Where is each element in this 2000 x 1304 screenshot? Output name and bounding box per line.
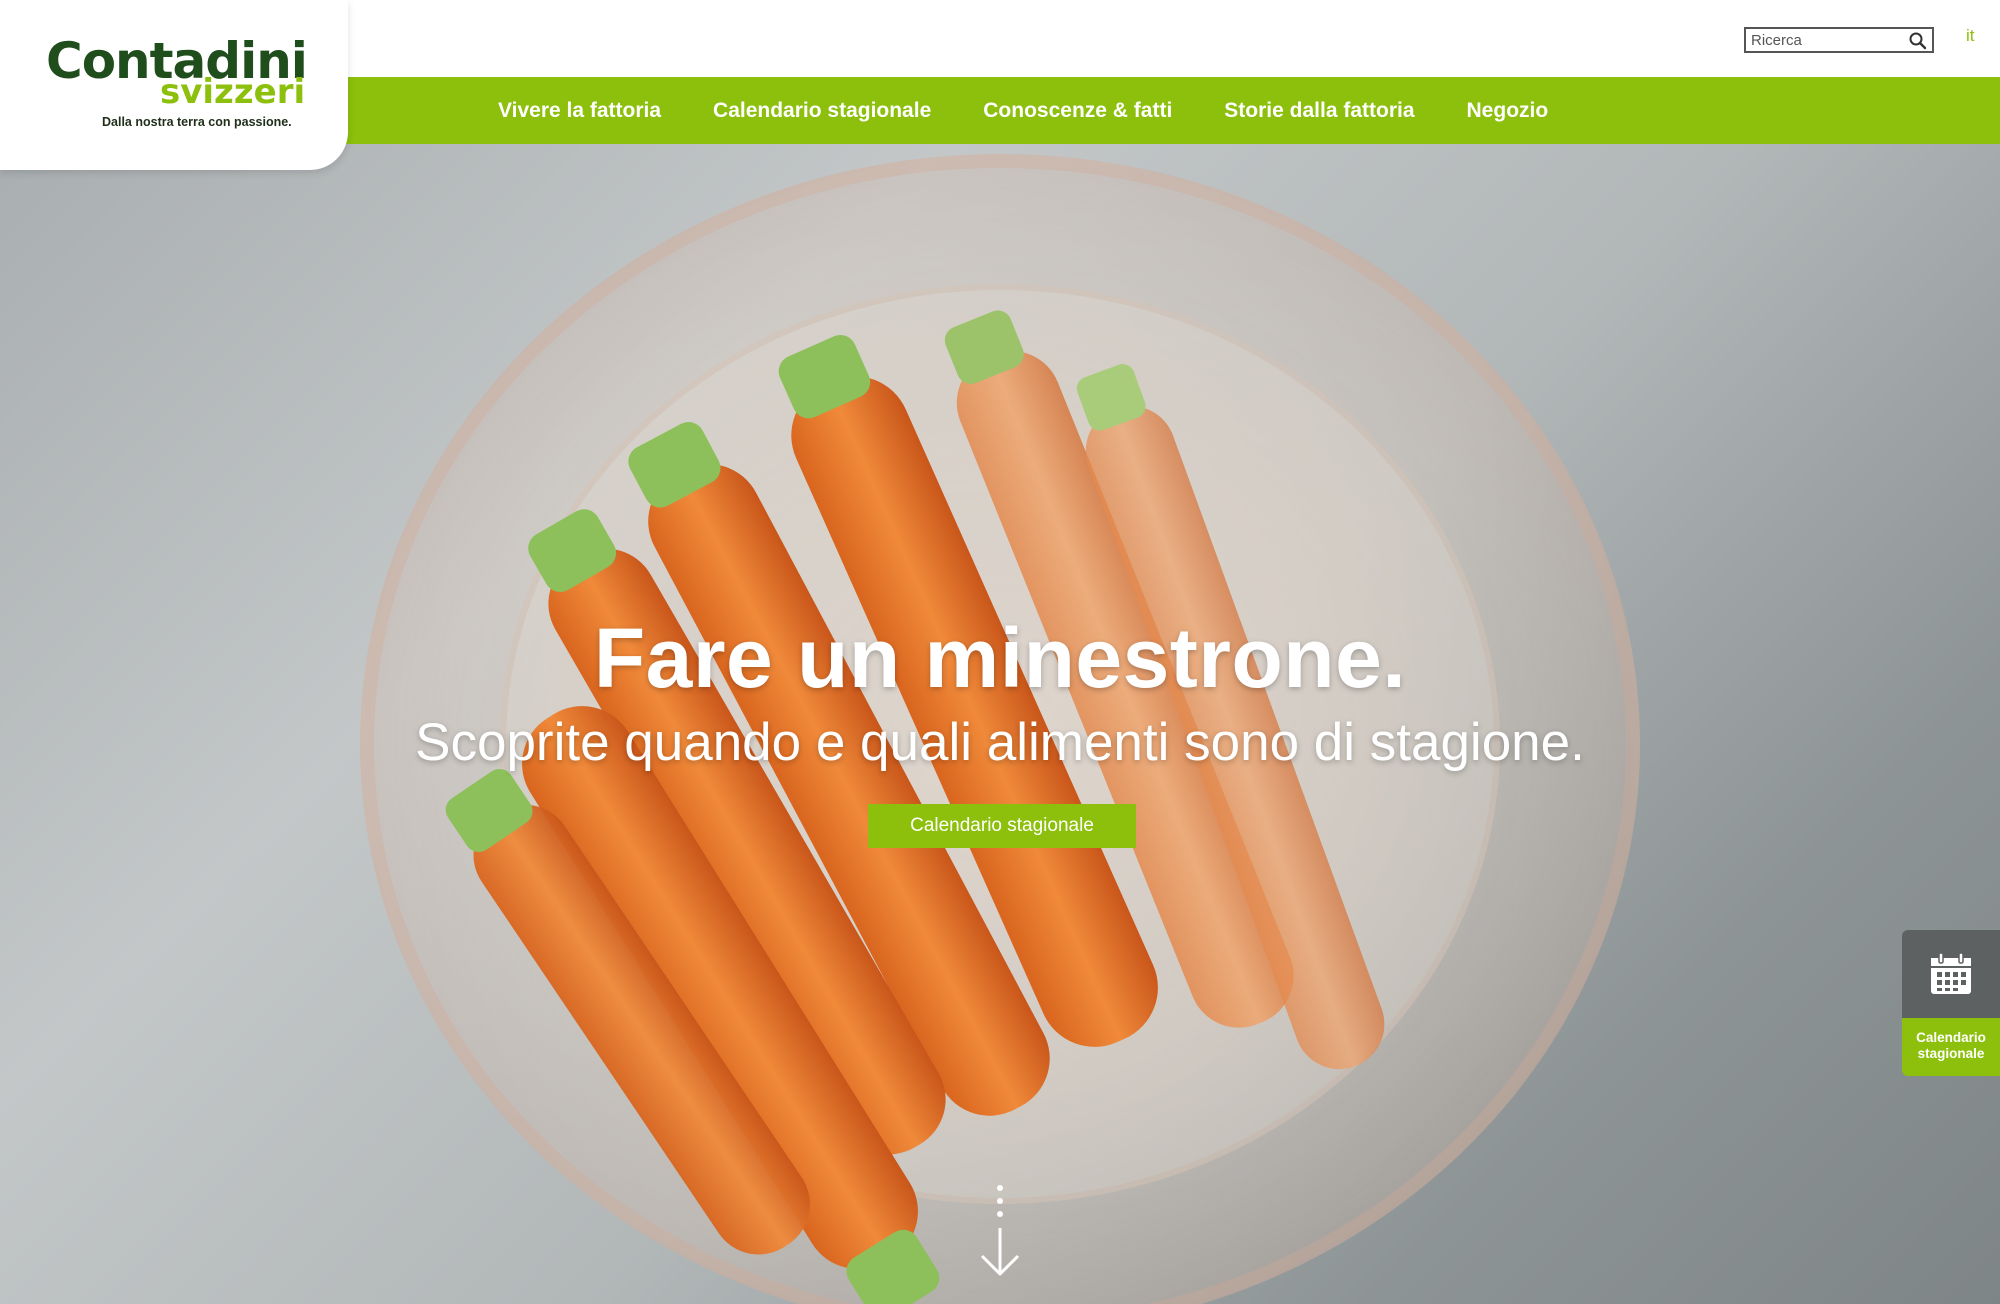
side-widget-icon-area [1902, 930, 2000, 1018]
nav-item-calendario-stagionale[interactable]: Calendario stagionale [713, 99, 931, 123]
search-input[interactable] [1746, 29, 1896, 51]
seasonal-calendar-button[interactable]: Calendario stagionale [868, 804, 1136, 848]
hero-subtitle: Scoprite quando e quali alimenti sono di… [415, 713, 1585, 772]
site-logo[interactable]: Contadini svizzeri Dalla nostra terra co… [0, 0, 348, 170]
scroll-down-arrow-icon[interactable] [978, 1182, 1022, 1282]
calendar-icon [1931, 952, 1971, 994]
hero-title: Fare un minestrone. [593, 611, 1407, 705]
nav-item-conoscenze-fatti[interactable]: Conoscenze & fatti [983, 99, 1172, 123]
nav-item-storie-dalla-fattoria[interactable]: Storie dalla fattoria [1224, 99, 1414, 123]
hero-section: Fare un minestrone. Scoprite quando e qu… [0, 144, 2000, 1304]
page: it Vivere la fattoria Calendario stagion… [0, 0, 2000, 1304]
nav-item-vivere-la-fattoria[interactable]: Vivere la fattoria [498, 99, 661, 123]
language-switcher[interactable]: it [1966, 26, 1975, 46]
nav-items: Vivere la fattoria Calendario stagionale… [472, 77, 1574, 144]
logo-wordmark-sub: svizzeri [160, 72, 306, 112]
search-icon[interactable] [1908, 31, 1928, 51]
nav-item-negozio[interactable]: Negozio [1467, 99, 1549, 123]
side-calendar-widget[interactable]: Calendario stagionale [1902, 930, 2000, 1076]
logo-tagline: Dalla nostra terra con passione. [102, 115, 292, 129]
side-widget-label: Calendario stagionale [1902, 1018, 2000, 1076]
search-box[interactable] [1744, 27, 1934, 53]
